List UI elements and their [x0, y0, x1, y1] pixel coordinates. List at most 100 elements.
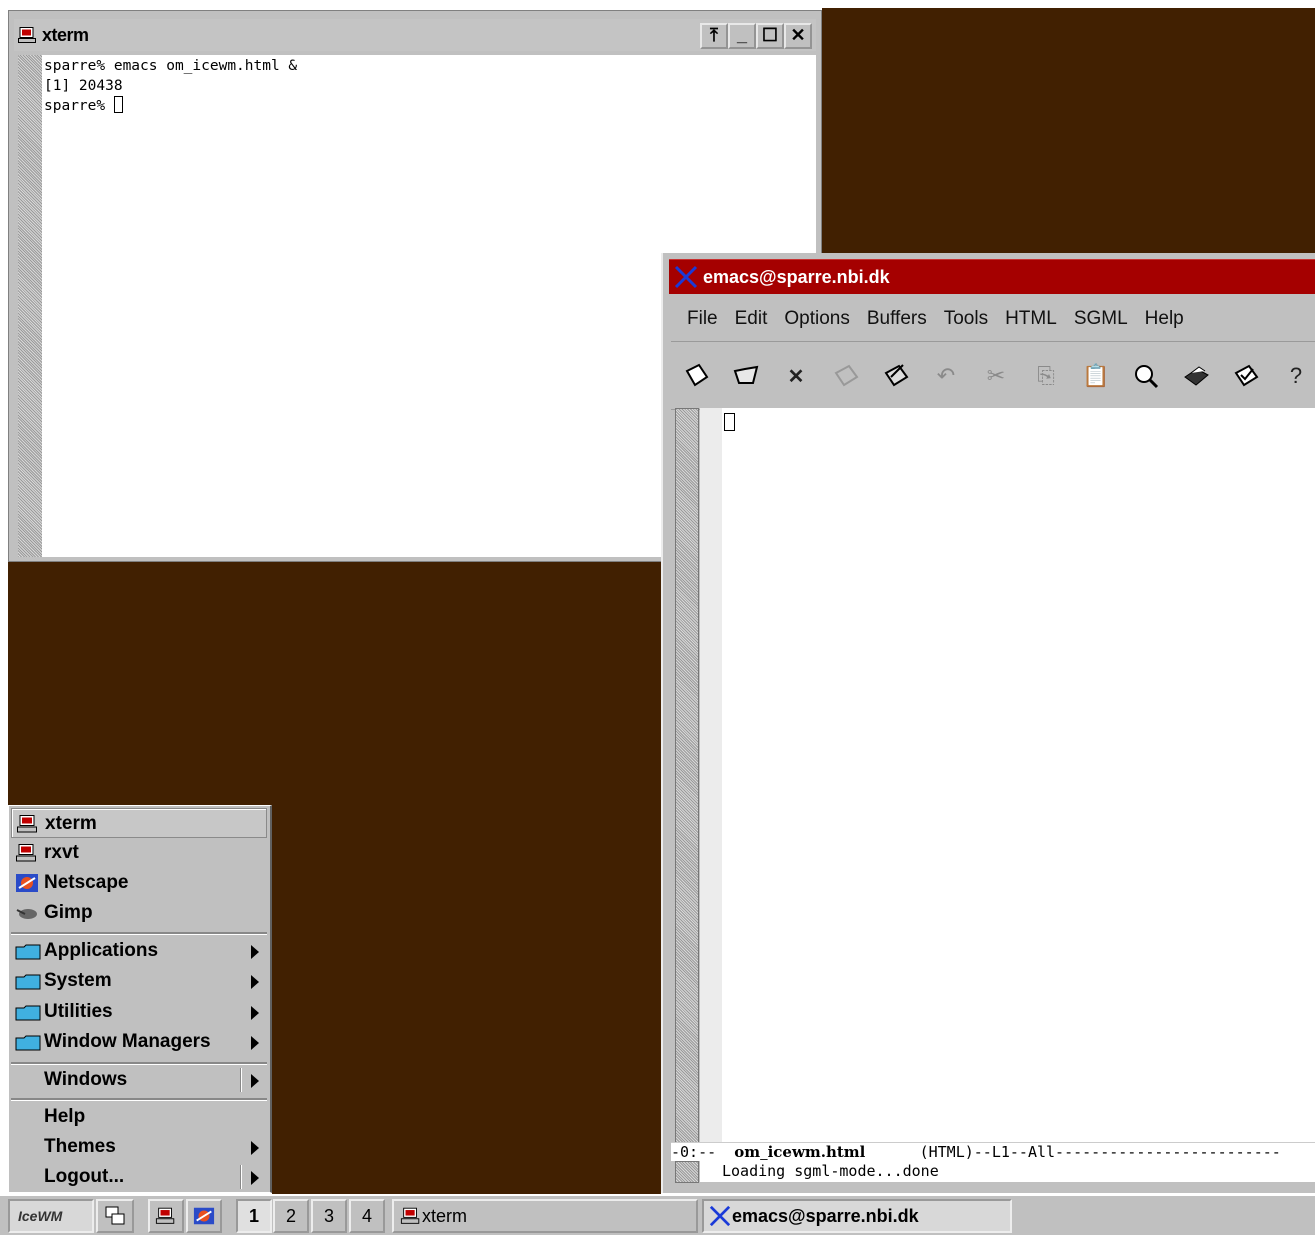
window-list-button[interactable] [96, 1199, 134, 1233]
modeline-info: (HTML)--L1--All------------------------- [865, 1143, 1281, 1161]
menu-label-gimp: Gimp [44, 902, 93, 923]
workspace-4-button[interactable]: 4 [349, 1199, 385, 1233]
new-file-icon[interactable] [671, 356, 721, 396]
menu-item-window-managers[interactable]: Window Managers [11, 1027, 267, 1057]
x-window-icon[interactable] [673, 265, 699, 289]
workspace-1-button[interactable]: 1 [236, 1199, 272, 1233]
undo-icon[interactable]: ↶ [921, 356, 971, 396]
menu-label-themes: Themes [44, 1136, 116, 1157]
menu-item-xterm[interactable]: xterm [11, 808, 267, 838]
desktop-area-top-right[interactable] [822, 8, 1315, 253]
icewm-logo: IceWM [18, 1208, 63, 1224]
terminal-prompt: sparre% [44, 98, 114, 114]
terminal-icon [400, 1207, 420, 1224]
terminal-prompt-line: sparre% [44, 96, 814, 116]
netscape-icon [193, 1207, 215, 1225]
xterm-scrollbar[interactable] [18, 55, 43, 557]
menu-item-themes[interactable]: Themes [11, 1132, 267, 1162]
menu-edit[interactable]: Edit [735, 308, 768, 330]
emacs-window[interactable]: emacs@sparre.nbi.dk File Edit Options Bu… [661, 253, 1315, 1193]
menu-label-applications: Applications [44, 940, 159, 961]
maximize-button[interactable]: ☐ [756, 23, 784, 49]
task-xterm-button[interactable]: xterm [392, 1199, 698, 1233]
menu-item-logout[interactable]: Logout... [11, 1162, 267, 1192]
taskbar: IceWM 1 2 3 4 xterm emacs@sparre.nbi.dk [0, 1194, 1315, 1235]
menu-tools[interactable]: Tools [944, 308, 988, 330]
menu-label-system: System [44, 970, 112, 991]
save-as-icon[interactable] [871, 356, 921, 396]
emacs-toolbar: ✕ ↶ ✂ ⎘ 📋 ? [671, 343, 1315, 410]
spell-check-icon[interactable] [1221, 356, 1271, 396]
workspace-3-button[interactable]: 3 [311, 1199, 347, 1233]
menu-file[interactable]: File [687, 308, 718, 330]
menu-label-utilities: Utilities [44, 1001, 113, 1022]
menu-item-rxvt[interactable]: rxvt [11, 838, 267, 868]
menu-help[interactable]: Help [1145, 308, 1184, 330]
folder-icon [15, 1035, 41, 1051]
submenu-arrow-icon [251, 975, 259, 989]
emacs-minibuffer[interactable]: Loading sgml-mode...done [700, 1160, 1315, 1182]
task-xterm-label: xterm [422, 1205, 467, 1226]
start-menu: xterm rxvt Netscape Gimp Applications Sy… [8, 805, 272, 1193]
emacs-scrollbar[interactable] [675, 408, 699, 1160]
menu-divider [240, 1068, 241, 1092]
menu-label-help: Help [44, 1106, 86, 1127]
xterm-title: xterm [42, 25, 89, 45]
submenu-arrow-icon [251, 1006, 259, 1020]
menu-buffers[interactable]: Buffers [867, 308, 927, 330]
menu-item-gimp[interactable]: Gimp [11, 898, 267, 928]
terminal-line: [1] 20438 [44, 78, 123, 94]
close-button[interactable]: ✕ [784, 23, 812, 49]
terminal-icon[interactable] [18, 27, 36, 43]
menu-html[interactable]: HTML [1005, 308, 1057, 330]
maximize-vertical-button[interactable]: ⤒ [700, 23, 728, 49]
workspace-2-button[interactable]: 2 [273, 1199, 309, 1233]
menu-options[interactable]: Options [784, 308, 849, 330]
open-folder-icon[interactable] [721, 356, 771, 396]
launch-xterm-button[interactable] [148, 1199, 184, 1233]
save-disk-icon[interactable] [821, 356, 871, 396]
terminal-line: sparre% emacs om_icewm.html & [44, 58, 298, 74]
paste-icon[interactable]: 📋 [1071, 356, 1121, 396]
folder-icon [15, 1005, 41, 1021]
folder-icon [15, 944, 41, 960]
launch-netscape-button[interactable] [186, 1199, 222, 1233]
menu-label-netscape: Netscape [44, 872, 129, 893]
menu-label-logout: Logout... [44, 1166, 125, 1187]
copy-icon[interactable]: ⎘ [1021, 356, 1071, 396]
menu-item-system[interactable]: System [11, 966, 267, 996]
submenu-arrow-icon [251, 1171, 259, 1185]
desktop-area-strip[interactable] [272, 805, 661, 1194]
menu-sgml[interactable]: SGML [1074, 308, 1128, 330]
emacs-menubar: File Edit Options Buffers Tools HTML SGM… [671, 297, 1315, 342]
menu-label-xterm: xterm [45, 813, 97, 834]
menu-item-help[interactable]: Help [11, 1102, 267, 1132]
menu-item-windows[interactable]: Windows [11, 1065, 267, 1095]
help-icon[interactable]: ? [1271, 356, 1315, 396]
xterm-window-buttons: ⤒ _ ☐ ✕ [700, 23, 812, 49]
desktop-area-bottom-left[interactable] [8, 562, 661, 805]
menu-item-applications[interactable]: Applications [11, 936, 267, 966]
icewm-start-button[interactable]: IceWM [8, 1199, 94, 1233]
emacs-buffer[interactable] [700, 408, 1315, 1142]
task-emacs-button[interactable]: emacs@sparre.nbi.dk [702, 1199, 1012, 1233]
terminal-icon [17, 815, 37, 833]
menu-separator [11, 932, 267, 935]
xterm-titlebar[interactable]: xterm ⤒ _ ☐ ✕ [14, 19, 816, 51]
menu-separator [11, 1098, 267, 1101]
menu-item-utilities[interactable]: Utilities [11, 997, 267, 1027]
emacs-titlebar[interactable]: emacs@sparre.nbi.dk [669, 259, 1315, 294]
netscape-icon [16, 874, 38, 892]
submenu-arrow-icon [251, 945, 259, 959]
search-icon[interactable] [1121, 356, 1171, 396]
menu-label-rxvt: rxvt [44, 842, 79, 863]
emacs-modeline[interactable]: -0:-- om_icewm.html (HTML)--L1--All-----… [671, 1142, 1315, 1161]
print-icon[interactable] [1171, 356, 1221, 396]
menu-item-netscape[interactable]: Netscape [11, 868, 267, 898]
cut-icon[interactable]: ✂ [971, 356, 1021, 396]
kill-buffer-icon[interactable]: ✕ [771, 356, 821, 396]
minimize-button[interactable]: _ [728, 23, 756, 49]
menu-divider [240, 1165, 241, 1189]
menu-label-windows: Windows [44, 1069, 128, 1090]
emacs-title: emacs@sparre.nbi.dk [703, 267, 890, 287]
